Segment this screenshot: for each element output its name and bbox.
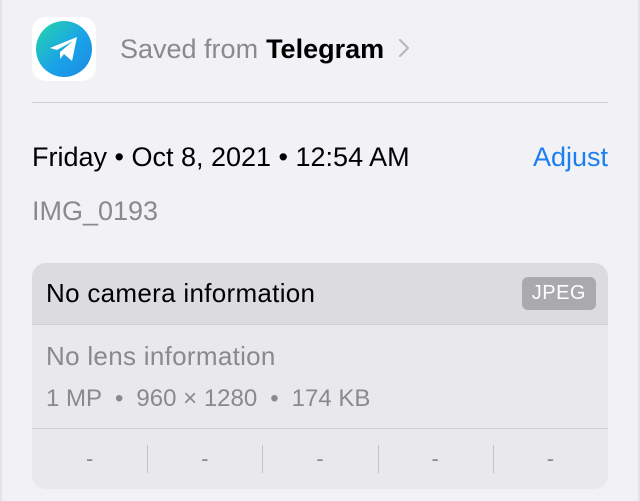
- dimensions: 960 × 1280: [136, 385, 258, 412]
- camera-info: No camera information: [46, 278, 316, 308]
- lens-info: No lens information: [46, 341, 276, 371]
- source-prefix: Saved from: [120, 33, 259, 64]
- source-label[interactable]: Saved from Telegram: [120, 34, 410, 65]
- separator-dot: •: [270, 385, 279, 412]
- camera-info-card: No camera information JPEG No lens infor…: [32, 263, 608, 489]
- left-edge: [0, 0, 2, 501]
- exif-iso: -: [85, 446, 94, 471]
- exif-aperture: -: [377, 429, 493, 489]
- exif-row: - - - - -: [32, 429, 608, 489]
- megapixels: 1 MP: [46, 385, 103, 412]
- file-size: 174 KB: [291, 385, 371, 412]
- chevron-right-icon: [398, 38, 410, 58]
- divider: [32, 102, 608, 103]
- adjust-button[interactable]: Adjust: [533, 142, 608, 173]
- separator-dot: •: [115, 385, 124, 412]
- exif-exposure-value: -: [262, 429, 377, 489]
- source-row[interactable]: Saved from Telegram: [32, 16, 608, 82]
- paper-plane-icon: [50, 37, 77, 61]
- exif-shutter-speed: -: [492, 429, 608, 489]
- exif-focal-length: -: [147, 429, 262, 489]
- telegram-icon: [32, 17, 96, 81]
- file-name: IMG_0193: [32, 196, 159, 226]
- card-header: No camera information JPEG: [32, 263, 608, 325]
- format-badge: JPEG: [521, 277, 596, 310]
- capture-date: Friday • Oct 8, 2021 • 12:54 AM: [32, 142, 410, 172]
- image-specs: 1 MP • 960 × 1280 • 174 KB: [46, 385, 370, 413]
- date-row: Friday • Oct 8, 2021 • 12:54 AM Adjust: [32, 142, 608, 173]
- source-app-name: Telegram: [266, 33, 385, 64]
